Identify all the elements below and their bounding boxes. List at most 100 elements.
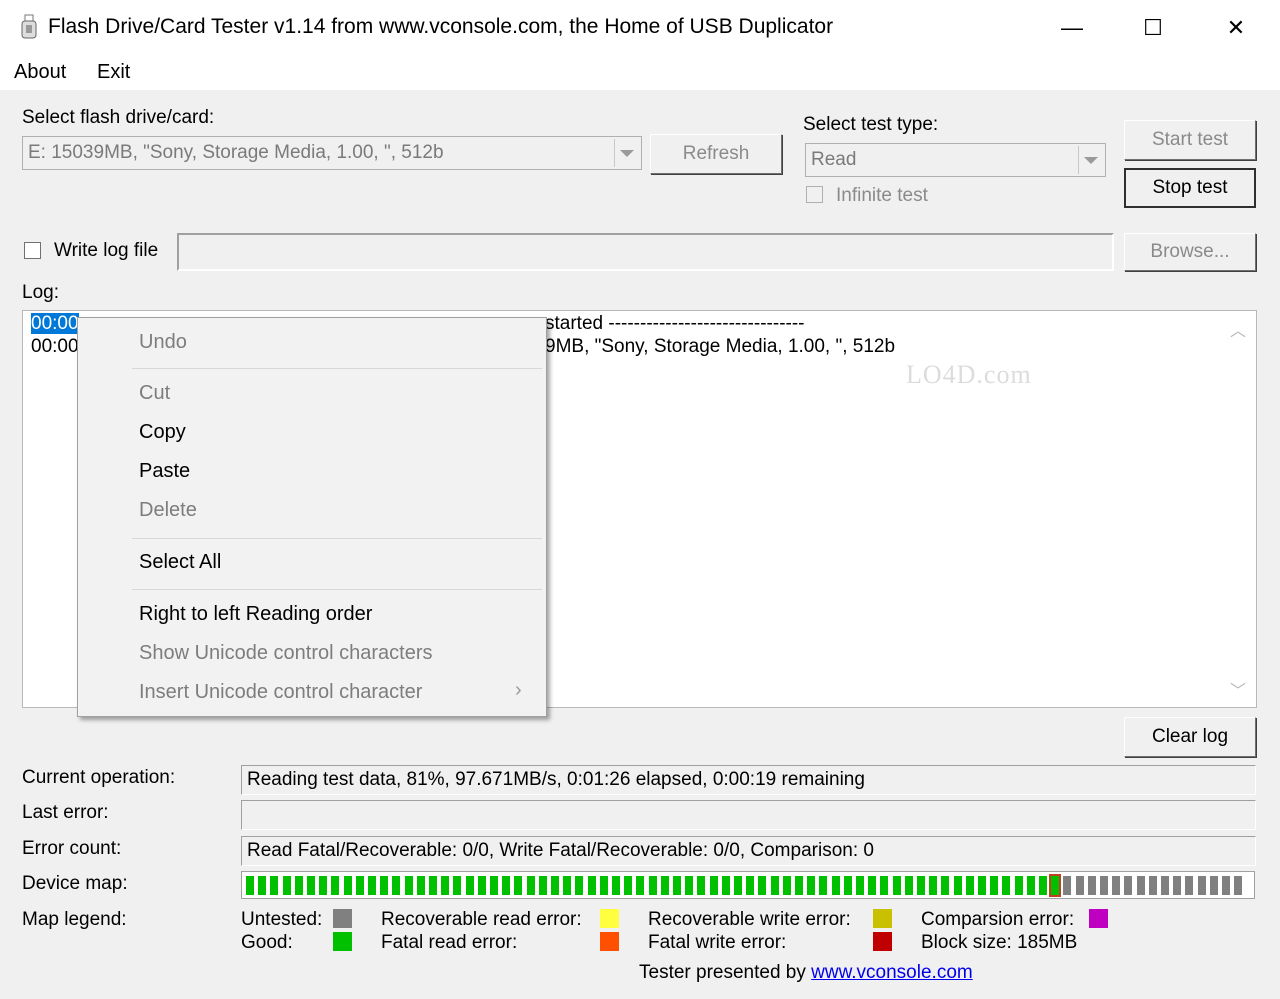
device-map-block <box>453 876 462 895</box>
device-map-block <box>807 876 816 895</box>
chevron-down-icon[interactable] <box>1078 146 1103 174</box>
chevron-down-icon[interactable] <box>614 139 639 167</box>
device-map-block <box>856 876 864 895</box>
device-map-block <box>1124 876 1133 895</box>
device-map-block <box>294 876 303 895</box>
legend-rec-write-swatch <box>873 909 892 928</box>
device-map-block <box>599 876 608 895</box>
minimize-button[interactable]: — <box>1032 0 1112 56</box>
legend-comparison-label: Comparsion error: <box>921 909 1075 930</box>
start-test-button[interactable]: Start test <box>1124 120 1256 160</box>
device-map-block <box>1100 876 1108 895</box>
device-map-block <box>551 876 559 895</box>
drive-select[interactable]: E: 15039MB, "Sony, Storage Media, 1.00, … <box>22 136 642 170</box>
device-map-block <box>1161 876 1169 895</box>
clear-log-button[interactable]: Clear log <box>1124 717 1256 757</box>
device-map-block <box>648 876 657 895</box>
current-operation-value: Reading test data, 81%, 97.671MB/s, 0:01… <box>241 765 1256 795</box>
legend-rec-write-label: Recoverable write error: <box>648 909 851 930</box>
device-map-block <box>673 876 681 895</box>
ctx-rtl-reading-order[interactable]: Right to left Reading order <box>139 603 372 626</box>
close-button[interactable]: ✕ <box>1196 0 1276 56</box>
device-map-block <box>258 876 267 895</box>
device-map-block <box>892 876 901 895</box>
refresh-button[interactable]: Refresh <box>650 134 782 174</box>
device-map-block <box>538 876 547 895</box>
device-map-block <box>514 876 523 895</box>
device-map-block <box>782 876 791 895</box>
scroll-up-icon[interactable]: ︿ <box>1230 317 1246 341</box>
device-map-block <box>1014 876 1023 895</box>
legend-good-swatch <box>333 932 352 951</box>
legend-rec-read-swatch <box>600 909 619 928</box>
ctx-show-unicode[interactable]: Show Unicode control characters <box>139 642 432 665</box>
device-map-block <box>1209 876 1218 895</box>
current-operation-label: Current operation: <box>22 767 176 788</box>
device-map-block <box>904 876 913 895</box>
menu-about[interactable]: About <box>14 61 66 84</box>
device-map-block <box>636 876 645 895</box>
device-map-block <box>746 876 755 895</box>
legend-fatal-write-label: Fatal write error: <box>648 932 787 953</box>
device-map-block <box>319 876 328 895</box>
log-line-2-time: 00:00 <box>31 336 79 357</box>
stop-test-button[interactable]: Stop test <box>1124 168 1256 208</box>
menu-bar: About Exit <box>0 56 1280 90</box>
write-log-checkbox[interactable] <box>24 242 41 259</box>
log-file-path-input[interactable] <box>177 233 1114 271</box>
infinite-test-label: Infinite test <box>836 185 928 206</box>
ctx-cut[interactable]: Cut <box>139 382 170 405</box>
ctx-copy[interactable]: Copy <box>139 421 186 444</box>
device-map-block <box>697 876 706 895</box>
scroll-down-icon[interactable]: ﹀ <box>1230 677 1246 701</box>
legend-good-label: Good: <box>241 932 293 953</box>
device-map-block <box>868 876 877 895</box>
maximize-button[interactable]: ☐ <box>1113 0 1193 56</box>
legend-comparison-swatch <box>1089 909 1108 928</box>
ctx-separator <box>132 589 542 590</box>
ctx-delete[interactable]: Delete <box>139 499 197 522</box>
device-map-block <box>965 876 974 895</box>
device-map-block <box>392 876 401 895</box>
device-map-block <box>978 876 986 895</box>
menu-exit[interactable]: Exit <box>97 61 130 84</box>
ctx-separator <box>132 538 542 539</box>
device-map-block <box>380 876 389 895</box>
device-map-block <box>526 876 535 895</box>
device-map-block <box>612 876 620 895</box>
error-count-label: Error count: <box>22 838 122 859</box>
device-map <box>241 871 1255 899</box>
device-map-block <box>1112 876 1121 895</box>
legend-fatal-write-swatch <box>873 932 892 951</box>
device-map-block <box>477 876 486 895</box>
ctx-select-all[interactable]: Select All <box>139 551 221 574</box>
legend-untested-swatch <box>333 909 352 928</box>
ctx-insert-unicode[interactable]: Insert Unicode control character <box>139 681 422 704</box>
device-map-block <box>465 876 474 895</box>
map-legend-label: Map legend: <box>22 909 127 930</box>
ctx-undo[interactable]: Undo <box>139 331 187 354</box>
device-map-block <box>624 876 633 895</box>
device-map-block <box>1026 876 1035 895</box>
test-type-select[interactable]: Read <box>805 143 1106 177</box>
device-map-block <box>1087 876 1096 895</box>
device-map-block <box>734 876 742 895</box>
log-label: Log: <box>22 282 59 303</box>
context-menu: Undo Cut Copy Paste Delete Select All Ri… <box>77 317 547 717</box>
chevron-right-icon: › <box>515 679 522 701</box>
device-map-block <box>490 876 498 895</box>
browse-button[interactable]: Browse... <box>1124 233 1256 271</box>
device-map-block <box>843 876 852 895</box>
infinite-test-checkbox[interactable] <box>806 186 823 203</box>
window-title: Flash Drive/Card Tester v1.14 from www.v… <box>48 15 834 38</box>
device-map-block <box>1136 876 1145 895</box>
log-line-1-time: 00:00 <box>31 313 79 334</box>
vconsole-link[interactable]: www.vconsole.com <box>811 962 973 983</box>
device-map-block <box>1222 876 1230 895</box>
ctx-paste[interactable]: Paste <box>139 460 190 483</box>
device-map-block <box>270 876 279 895</box>
device-map-block <box>502 876 511 895</box>
title-bar[interactable]: Flash Drive/Card Tester v1.14 from www.v… <box>0 0 1280 56</box>
device-map-block <box>587 876 596 895</box>
device-map-block <box>429 876 437 895</box>
